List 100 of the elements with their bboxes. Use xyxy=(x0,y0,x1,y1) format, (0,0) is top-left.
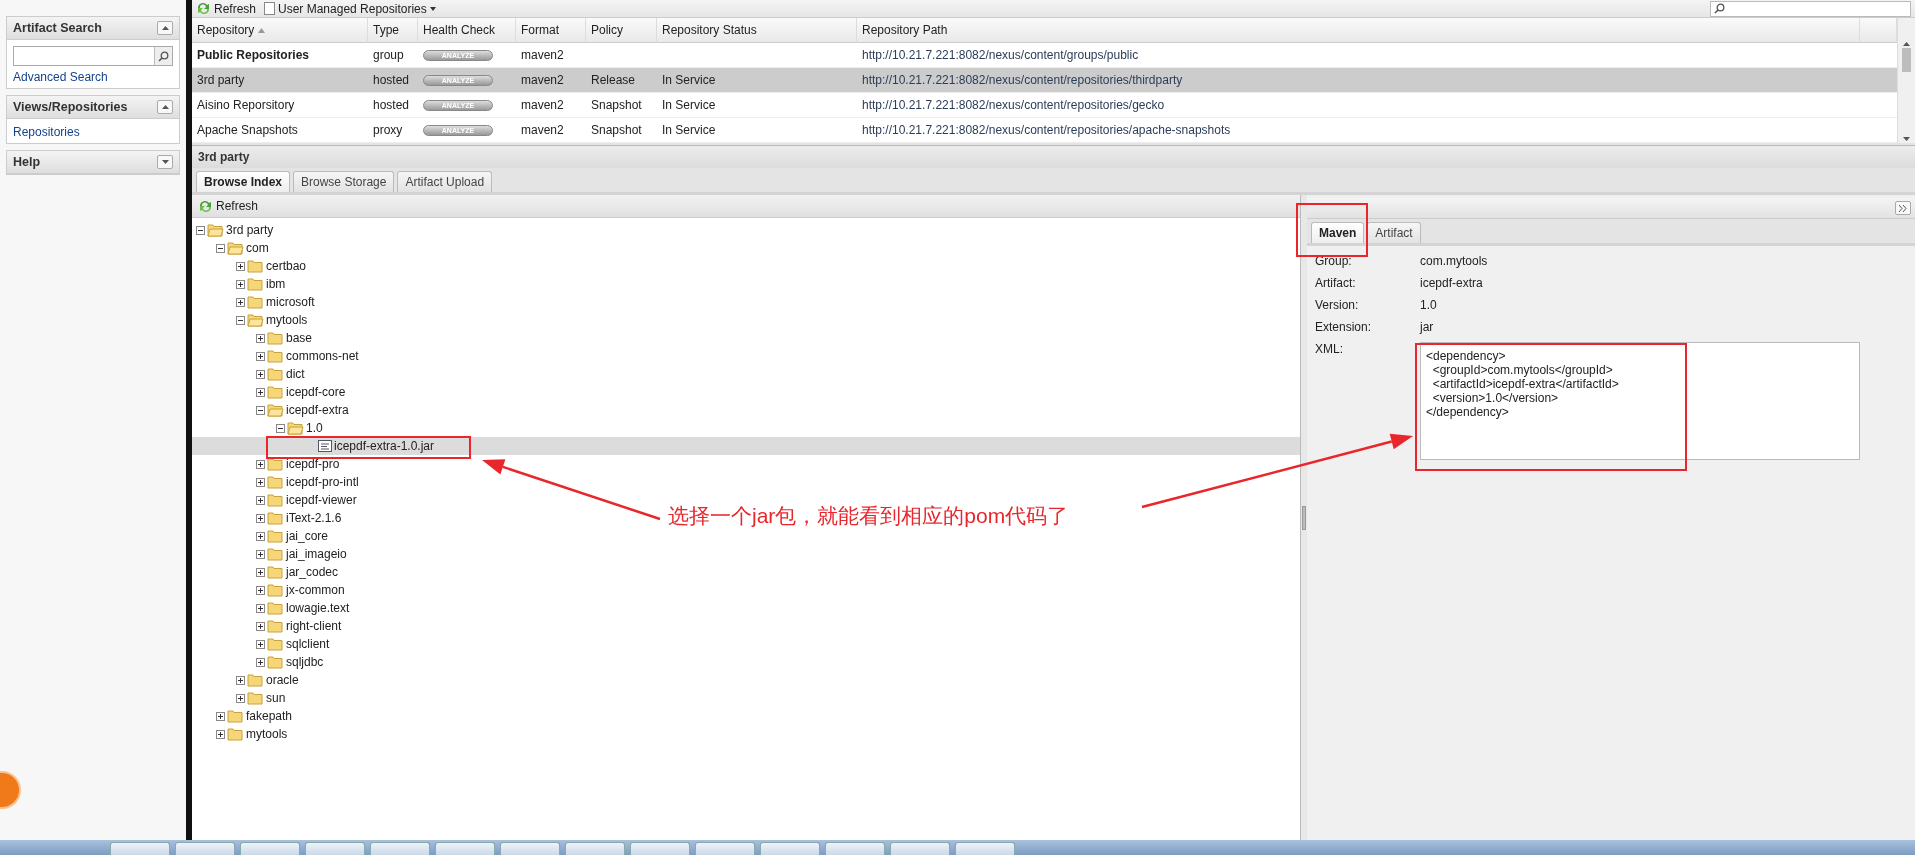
column-header[interactable]: Type xyxy=(368,18,418,43)
search-field[interactable] xyxy=(1710,0,1911,17)
column-header[interactable]: Repository Path xyxy=(857,18,1860,43)
plus-box-icon[interactable] xyxy=(236,675,245,685)
tree-item[interactable]: commons-net xyxy=(192,347,359,365)
plus-box-icon[interactable] xyxy=(236,279,245,289)
tree-item[interactable]: iText-2.1.6 xyxy=(192,509,342,527)
minus-box-icon[interactable] xyxy=(276,423,285,433)
plus-box-icon[interactable] xyxy=(256,621,265,631)
plus-box-icon[interactable] xyxy=(256,531,265,541)
column-header[interactable]: Policy xyxy=(586,18,657,43)
plus-box-icon[interactable] xyxy=(256,459,265,469)
tree-item[interactable]: jx-common xyxy=(192,581,345,599)
plus-box-icon[interactable] xyxy=(216,711,225,721)
minus-box-icon[interactable] xyxy=(256,405,265,415)
search-field[interactable] xyxy=(13,46,173,66)
plus-box-icon[interactable] xyxy=(256,603,265,613)
plus-box-icon[interactable] xyxy=(256,549,265,559)
column-header[interactable]: Repository xyxy=(192,18,368,43)
plus-box-icon[interactable] xyxy=(256,495,265,505)
plus-box-icon[interactable] xyxy=(256,477,265,487)
plus-box-icon[interactable] xyxy=(256,369,265,379)
minus-box-icon[interactable] xyxy=(196,225,205,235)
double-chevron-right-icon xyxy=(1899,204,1907,212)
tab[interactable]: Browse Storage xyxy=(293,171,395,192)
folder-icon xyxy=(267,637,284,651)
tree-item[interactable]: icepdf-pro-intl xyxy=(192,473,359,491)
tree-item[interactable]: 3rd party xyxy=(192,221,274,239)
plus-box-icon[interactable] xyxy=(236,693,245,703)
tree-item[interactable]: mytools xyxy=(192,311,308,329)
splitter-handle[interactable] xyxy=(1302,505,1306,530)
annotation-text: 选择一个jar包，就能看到相应的pom代码了 xyxy=(668,503,1069,529)
table-cell: http://10.21.7.221:8082/nexus/content/repositories/thirdparty xyxy=(857,68,1860,93)
tab[interactable]: Artifact Upload xyxy=(397,171,493,192)
tree-item[interactable]: dict xyxy=(192,365,305,383)
plus-box-icon[interactable] xyxy=(256,387,265,397)
tree-item[interactable]: jar_codec xyxy=(192,563,339,581)
minus-box-icon[interactable] xyxy=(236,315,245,325)
tree-item[interactable]: icepdf-extra xyxy=(192,401,349,419)
tree-item[interactable]: fakepath xyxy=(192,707,293,725)
tree-label: mytools xyxy=(246,727,288,741)
tree-item[interactable]: jai_imageio xyxy=(192,545,347,563)
folder-icon xyxy=(267,547,284,561)
field-label: XML: xyxy=(1315,342,1344,356)
refresh-button[interactable]: Refresh xyxy=(198,199,259,213)
collapse-button[interactable] xyxy=(157,21,173,35)
field-value: jar xyxy=(1420,320,1435,334)
tree-item[interactable]: oracle xyxy=(192,671,299,689)
plus-box-icon[interactable] xyxy=(256,585,265,595)
plus-box-icon[interactable] xyxy=(236,261,245,271)
tree-item[interactable]: sun xyxy=(192,689,286,707)
tree-item[interactable]: sqljdbc xyxy=(192,653,324,671)
plus-box-icon[interactable] xyxy=(256,351,265,361)
scrollbar[interactable] xyxy=(1897,18,1915,143)
tree-item[interactable]: mytools xyxy=(192,725,288,743)
minus-box-icon[interactable] xyxy=(216,243,225,253)
search-icon xyxy=(158,50,169,62)
tree-item[interactable]: com xyxy=(192,239,269,257)
tree-item[interactable]: right-client xyxy=(192,617,342,635)
file-icon xyxy=(318,439,332,453)
plus-box-icon[interactable] xyxy=(256,657,265,667)
toolbar-button[interactable]: Refresh xyxy=(196,1,257,16)
tree-item[interactable]: sqlclient xyxy=(192,635,330,653)
column-header[interactable]: Repository Status xyxy=(657,18,857,43)
tree-item[interactable]: ibm xyxy=(192,275,286,293)
collapse-button[interactable] xyxy=(1895,201,1911,215)
tree-item[interactable]: microsoft xyxy=(192,293,315,311)
plus-box-icon[interactable] xyxy=(256,567,265,577)
tree-item[interactable]: base xyxy=(192,329,313,347)
toolbar-button[interactable]: User Managed Repositories xyxy=(264,1,436,16)
sidebar-link[interactable]: Repositories xyxy=(13,125,173,139)
table-cell: Release xyxy=(586,68,657,93)
tree-label: commons-net xyxy=(286,349,359,363)
field-label: Version: xyxy=(1315,298,1360,312)
plus-box-icon[interactable] xyxy=(216,729,225,739)
field-label: Group: xyxy=(1315,254,1353,268)
tree-item[interactable]: icepdf-extra-1.0.jar xyxy=(192,437,1300,455)
tree-item[interactable]: icepdf-core xyxy=(192,383,346,401)
tree-item[interactable]: icepdf-pro xyxy=(192,455,340,473)
tab[interactable]: Maven xyxy=(1311,222,1365,243)
sidebar-link[interactable]: Advanced Search xyxy=(13,70,173,84)
search-button[interactable] xyxy=(154,47,172,65)
xml-code-field[interactable]: <dependency> <groupId>com.mytools</groupId> <artifactId>icepdf-extra</artifactId> <version>1.0</version> </dependency> xyxy=(1420,342,1860,460)
tree-label: oracle xyxy=(266,673,299,687)
collapse-button[interactable] xyxy=(157,100,173,114)
plus-box-icon[interactable] xyxy=(256,333,265,343)
tree-item[interactable]: lowagie.text xyxy=(192,599,350,617)
tree-item[interactable]: certbao xyxy=(192,257,307,275)
tree-item[interactable]: jai_core xyxy=(192,527,329,545)
collapse-button[interactable] xyxy=(157,155,173,169)
scrollbar-thumb[interactable] xyxy=(1902,48,1911,72)
column-header[interactable]: Format xyxy=(516,18,586,43)
tree-item[interactable]: 1.0 xyxy=(192,419,323,437)
tab[interactable]: Browse Index xyxy=(196,171,291,192)
tree-item[interactable]: icepdf-viewer xyxy=(192,491,357,509)
plus-box-icon[interactable] xyxy=(236,297,245,307)
plus-box-icon[interactable] xyxy=(256,513,265,523)
plus-box-icon[interactable] xyxy=(256,639,265,649)
column-header[interactable]: Health Check xyxy=(418,18,516,43)
tab[interactable]: Artifact xyxy=(1367,222,1421,243)
